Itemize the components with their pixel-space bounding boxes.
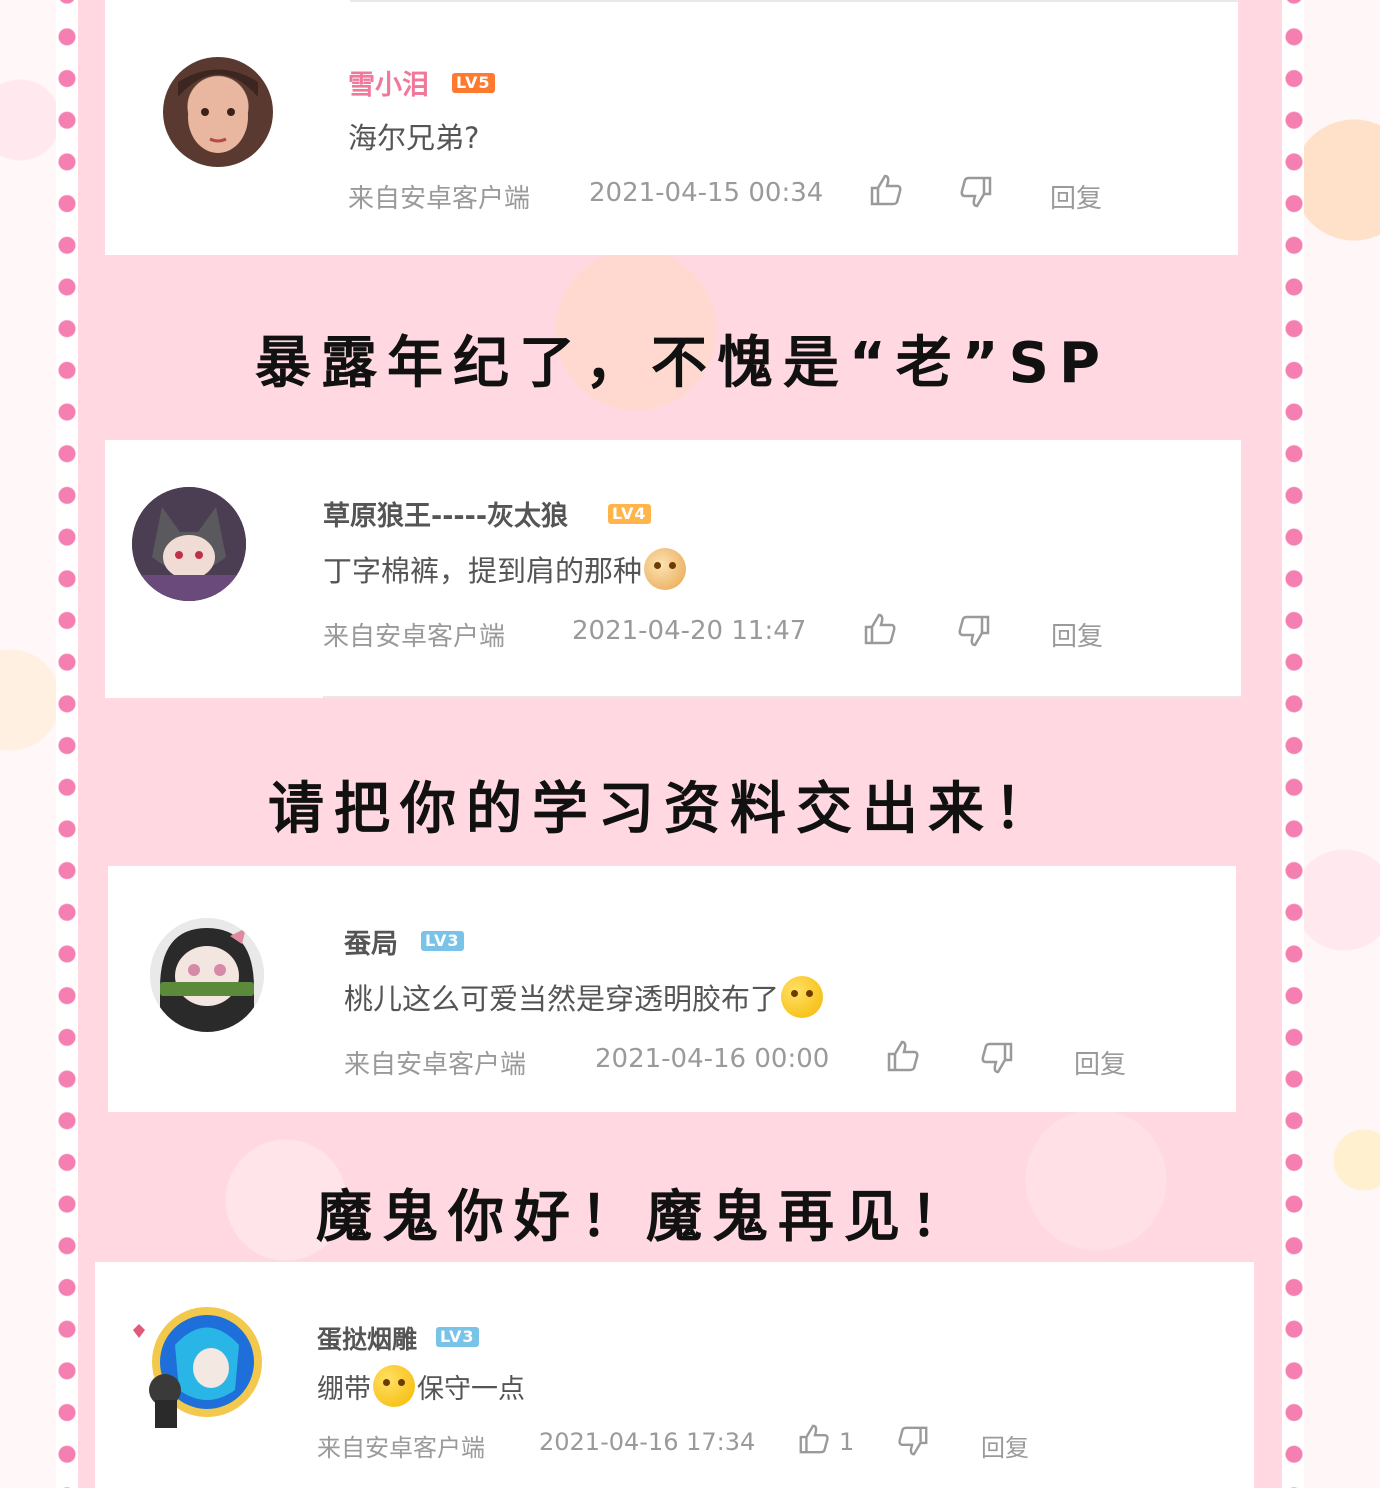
comment-text: 海尔兄弟? xyxy=(348,115,479,157)
source-label: 来自安卓客户端 xyxy=(323,622,506,652)
reply-button[interactable]: 回复 xyxy=(1074,1044,1126,1081)
comment-text: 绷带 保守一点 xyxy=(317,1365,525,1407)
comment-text: 丁字棉裤，提到肩的那种 xyxy=(323,548,688,590)
user-avatar[interactable] xyxy=(132,487,246,601)
caption-3: 魔鬼你好！魔鬼再见！ xyxy=(316,1185,976,1250)
blue-hair-anime-avatar-icon xyxy=(133,1307,262,1428)
comment-card-2: 草原狼王-----灰太狼 LV4 丁字棉裤，提到肩的那种 来自安卓客户端 202… xyxy=(105,440,1241,698)
like-count: 1 xyxy=(839,1428,855,1456)
source-label: 来自安卓客户端 xyxy=(348,184,531,214)
level-badge: LV5 xyxy=(452,73,495,93)
thumbs-down-icon[interactable] xyxy=(896,1424,930,1458)
level-badge: LV3 xyxy=(436,1327,479,1347)
comment-text-content: 桃儿这么可爱当然是穿透明胶布了 xyxy=(344,982,780,1016)
wolf-anime-avatar-icon xyxy=(132,487,246,601)
source-label: 来自安卓客户端 xyxy=(317,1434,485,1462)
thinking-emoji-icon xyxy=(781,976,824,1018)
thumbs-up-icon[interactable] xyxy=(868,172,904,208)
reply-button[interactable]: 回复 xyxy=(981,1428,1029,1463)
girl-photo-avatar-icon xyxy=(178,69,258,153)
username[interactable]: 蚕局 xyxy=(344,922,398,961)
dotted-border-left xyxy=(57,0,77,1488)
thumbs-down-icon[interactable] xyxy=(979,1040,1015,1076)
username[interactable]: 草原狼王-----灰太狼 xyxy=(323,494,568,533)
caption-2: 请把你的学习资料交出来！ xyxy=(268,777,1060,842)
user-avatar[interactable] xyxy=(125,1300,275,1430)
comment-text-before: 绷带 xyxy=(317,1373,371,1405)
comment-text-content: 海尔兄弟? xyxy=(348,121,480,155)
doge-emoji-icon xyxy=(644,548,687,590)
timestamp: 2021-04-20 11:47 xyxy=(572,616,807,646)
reply-button[interactable]: 回复 xyxy=(1051,616,1103,653)
username[interactable]: 雪小泪 xyxy=(348,63,429,102)
comment-card-3: 蚕局 LV3 桃儿这么可爱当然是穿透明胶布了 来自安卓客户端 2021-04-1… xyxy=(108,866,1236,1112)
top-divider xyxy=(350,0,1238,2)
bottom-divider xyxy=(323,696,1241,698)
dotted-border-right xyxy=(1284,0,1304,1488)
source-label: 来自安卓客户端 xyxy=(344,1050,527,1080)
timestamp: 2021-04-15 00:34 xyxy=(589,178,824,208)
comment-text: 桃儿这么可爱当然是穿透明胶布了 xyxy=(344,976,825,1018)
caption-1: 暴露年纪了，不愧是“老”SP xyxy=(255,331,1110,396)
thumbs-up-icon[interactable] xyxy=(885,1038,921,1074)
user-avatar[interactable] xyxy=(163,57,273,167)
comment-card-1: 雪小泪 LV5 海尔兄弟? 来自安卓客户端 2021-04-15 00:34 回… xyxy=(105,0,1238,255)
nezuko-anime-avatar-icon xyxy=(150,918,264,1032)
reply-button[interactable]: 回复 xyxy=(1050,178,1102,215)
level-badge: LV4 xyxy=(608,504,651,524)
thumbs-down-icon[interactable] xyxy=(956,613,992,649)
comment-text-content: 丁字棉裤，提到肩的那种 xyxy=(323,554,643,588)
thumbs-up-icon[interactable] xyxy=(797,1422,831,1456)
thinking-emoji-icon xyxy=(373,1365,415,1407)
comment-text-after: 保守一点 xyxy=(417,1373,525,1405)
username[interactable]: 蛋挞烟雕 xyxy=(317,1320,417,1356)
thumbs-down-icon[interactable] xyxy=(958,174,994,210)
level-badge: LV3 xyxy=(421,931,464,951)
timestamp: 2021-04-16 17:34 xyxy=(539,1428,756,1456)
background-right xyxy=(1304,0,1380,1488)
thumbs-up-icon[interactable] xyxy=(862,611,898,647)
timestamp: 2021-04-16 00:00 xyxy=(595,1044,830,1074)
background-left xyxy=(0,0,56,1488)
user-avatar[interactable] xyxy=(150,918,264,1032)
comment-card-4: 蛋挞烟雕 LV3 绷带 保守一点 来自安卓客户端 2021-04-16 17:34… xyxy=(95,1262,1254,1488)
